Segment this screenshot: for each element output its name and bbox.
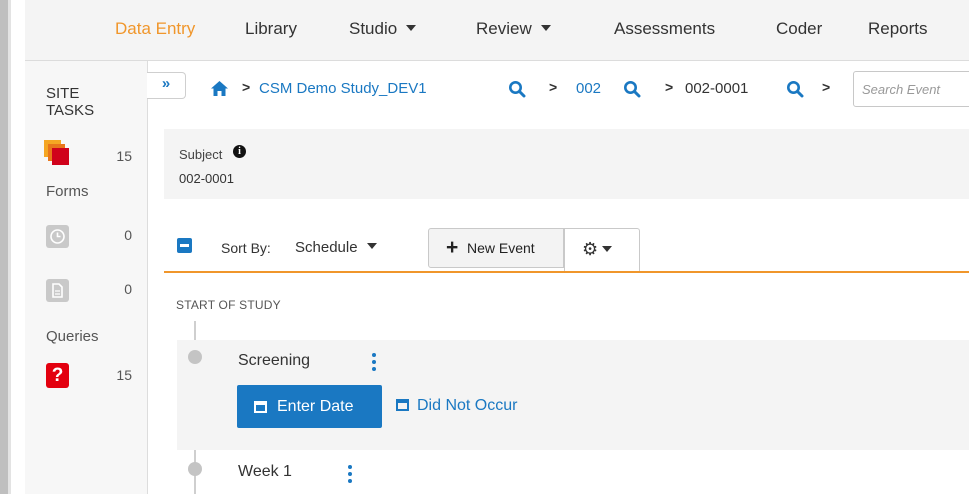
breadcrumb-separator: > (549, 79, 558, 95)
start-of-study-label: START OF STUDY (176, 298, 281, 312)
new-event-label: New Event (467, 240, 535, 256)
subject-label: Subject (179, 147, 223, 162)
breadcrumb-separator: > (242, 79, 251, 95)
timeline-dot (188, 350, 202, 364)
tasks-count: 15 (116, 148, 132, 164)
nav-review[interactable]: Review (476, 19, 551, 39)
enter-date-label: Enter Date (277, 398, 354, 415)
nav-coder[interactable]: Coder (776, 19, 822, 39)
site-tasks-panel: SITE TASKS 15 Forms 0 0 Queries ? 15 (25, 61, 148, 494)
did-not-occur-label: Did Not Occur (417, 397, 518, 414)
chevron-down-icon (406, 25, 417, 31)
settings-dropdown-button[interactable]: ⚙ (564, 228, 640, 271)
sort-by-value: Schedule (295, 239, 358, 256)
breadcrumb-study[interactable]: CSM Demo Study_DEV1 (259, 80, 427, 97)
search-icon[interactable] (623, 80, 641, 103)
queries-label: Queries (46, 328, 99, 345)
home-icon[interactable] (210, 80, 229, 102)
more-options-icon[interactable] (372, 353, 376, 374)
nav-data-entry[interactable]: Data Entry (115, 19, 195, 39)
question-mark-icon[interactable]: ? (46, 363, 69, 388)
nav-review-label: Review (476, 19, 532, 38)
breadcrumb-separator: > (822, 79, 831, 95)
enter-date-button[interactable]: Enter Date (237, 385, 382, 428)
event-name: Screening (238, 352, 311, 369)
info-icon[interactable]: i (233, 145, 246, 158)
nav-reports[interactable]: Reports (868, 19, 928, 39)
site-tasks-title: SITE TASKS (46, 85, 95, 119)
sort-by-label: Sort By: (221, 240, 271, 256)
forms-label: Forms (46, 183, 89, 200)
nav-assessments[interactable]: Assessments (614, 19, 715, 39)
queries-count: 15 (116, 367, 132, 383)
expand-panel-button[interactable]: » (147, 72, 186, 99)
more-options-icon[interactable] (348, 465, 352, 486)
chevron-down-icon (366, 243, 377, 249)
sort-by-dropdown[interactable]: Schedule (295, 239, 377, 256)
plus-icon: + (446, 236, 459, 259)
search-icon[interactable] (508, 80, 526, 103)
search-event-input[interactable] (853, 71, 969, 107)
gear-icon: ⚙ (582, 239, 599, 259)
nav-studio[interactable]: Studio (349, 19, 417, 39)
document-icon[interactable] (46, 279, 69, 302)
new-event-button[interactable]: + New Event (428, 228, 564, 268)
collapse-all-button[interactable] (177, 238, 192, 253)
tasks-stack-icon[interactable] (44, 140, 72, 168)
window-frame (0, 0, 8, 494)
clock-icon[interactable] (46, 225, 69, 248)
calendar-x-icon (396, 399, 409, 411)
nav-studio-label: Studio (349, 19, 398, 38)
search-icon[interactable] (786, 80, 804, 103)
breadcrumb-subject: 002-0001 (685, 80, 749, 97)
breadcrumb-site[interactable]: 002 (576, 80, 601, 97)
subject-panel: Subject i 002-0001 (164, 129, 969, 199)
event-name: Week 1 (238, 463, 292, 480)
timeline-dot (188, 462, 202, 476)
did-not-occur-link[interactable]: Did Not Occur (396, 397, 517, 415)
breadcrumb-separator: > (665, 79, 674, 95)
toolbar-divider (164, 271, 969, 273)
top-navigation: Data Entry Library Studio Review Assessm… (25, 0, 969, 61)
window-frame-edge (8, 0, 11, 494)
forms-overdue-count: 0 (124, 227, 132, 243)
calendar-icon (254, 401, 267, 413)
chevron-down-icon (602, 246, 612, 252)
subject-value: 002-0001 (179, 171, 234, 186)
forms-incomplete-count: 0 (124, 281, 132, 297)
chevron-down-icon (540, 25, 551, 31)
nav-library[interactable]: Library (245, 19, 297, 39)
